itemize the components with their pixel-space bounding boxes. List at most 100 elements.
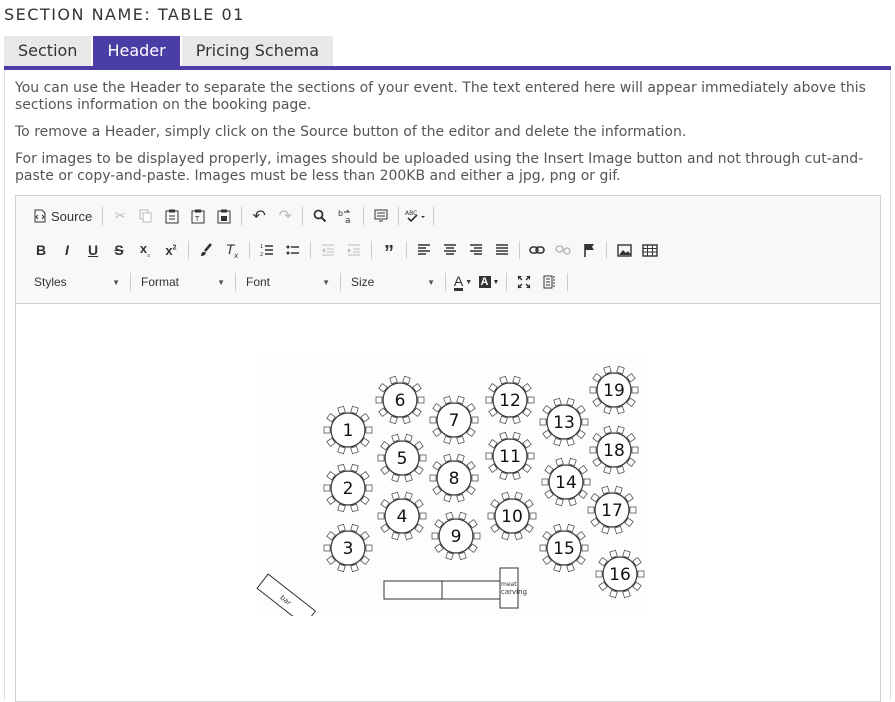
justify-button[interactable] (491, 239, 513, 261)
chair (419, 454, 427, 462)
chair (568, 497, 577, 507)
align-left-button[interactable] (413, 239, 435, 261)
chair (637, 570, 645, 578)
indent-button[interactable] (343, 239, 365, 261)
spellcheck-button[interactable]: ABC (405, 205, 427, 227)
insert-image-button[interactable] (613, 239, 635, 261)
chair (539, 418, 547, 426)
info-paragraph-3: For images to be displayed properly, ima… (15, 151, 864, 184)
copy-icon (139, 209, 152, 223)
show-blocks-button[interactable] (539, 271, 561, 293)
align-right-button[interactable] (465, 239, 487, 261)
chair (499, 415, 508, 425)
format-dropdown[interactable]: Format ▼ (135, 271, 231, 293)
copy-format-button[interactable] (195, 239, 217, 261)
copy-button[interactable] (135, 205, 157, 227)
chair (443, 453, 452, 463)
outdent-icon (322, 244, 334, 256)
text-color-icon: A (453, 272, 464, 291)
chair (350, 405, 359, 415)
redo-button[interactable]: ↷ (274, 205, 296, 227)
background-color-button[interactable]: A ▼ (478, 271, 500, 293)
chair (609, 589, 618, 599)
chair (512, 471, 521, 481)
align-left-icon (418, 244, 430, 255)
replace-button[interactable]: ba (335, 205, 357, 227)
chair (512, 415, 521, 425)
toolbar-separator (235, 273, 236, 291)
toolbar-separator (340, 273, 341, 291)
bulleted-list-button[interactable] (282, 239, 304, 261)
font-dropdown[interactable]: Font ▼ (240, 271, 336, 293)
bold-button[interactable]: B (30, 239, 52, 261)
insert-table-button[interactable] (639, 239, 661, 261)
strikethrough-icon: S (114, 242, 124, 258)
page-title: SECTION NAME: TABLE 01 (4, 5, 245, 24)
source-button[interactable]: Source (30, 205, 96, 227)
anchor-button[interactable] (578, 239, 600, 261)
paste-text-button[interactable]: T (187, 205, 209, 227)
chair (431, 532, 439, 540)
underline-button[interactable]: U (82, 239, 104, 261)
remove-format-button[interactable]: Tx (221, 239, 243, 261)
strikethrough-button[interactable]: S (108, 239, 130, 261)
toolbar-separator (445, 273, 446, 291)
unlink-button[interactable] (552, 239, 574, 261)
italic-button[interactable]: I (56, 239, 78, 261)
redo-icon: ↷ (278, 208, 292, 225)
tab-pricing-schema[interactable]: Pricing Schema (181, 36, 334, 66)
chair (445, 551, 454, 561)
svg-text:T: T (194, 215, 200, 223)
table-number: 1 (343, 421, 354, 441)
chair (512, 431, 521, 441)
chair (553, 523, 562, 533)
link-button[interactable] (526, 239, 548, 261)
undo-button[interactable]: ↶ (248, 205, 270, 227)
chair (616, 365, 625, 375)
table-icon (642, 243, 658, 257)
toolbar-separator (433, 207, 435, 225)
tab-section[interactable]: Section (4, 36, 92, 66)
chair (323, 544, 331, 552)
spellcheck-icon: ABC (405, 210, 426, 223)
superscript-icon: x2 (165, 242, 177, 258)
superscript-button[interactable]: x2 (160, 239, 182, 261)
cut-button[interactable]: ✂ (109, 205, 131, 227)
chair (389, 375, 398, 385)
styles-dropdown[interactable]: Styles ▼ (28, 271, 126, 293)
toolbar-separator (406, 241, 407, 259)
chair (377, 512, 385, 520)
chair (603, 405, 612, 415)
chair (603, 365, 612, 375)
find-button[interactable] (309, 205, 331, 227)
blockquote-button[interactable]: ” (378, 236, 400, 264)
chair (375, 396, 383, 404)
maximize-icon (517, 275, 531, 289)
chair (350, 503, 359, 513)
table-number: 5 (397, 449, 408, 469)
chevron-down-icon: ▼ (492, 278, 500, 286)
subscript-button[interactable]: x₂ (134, 239, 156, 261)
select-all-button[interactable] (370, 205, 392, 227)
paste-word-icon (217, 209, 231, 223)
outdent-button[interactable] (317, 239, 339, 261)
link-icon (529, 246, 545, 254)
tab-header[interactable]: Header (93, 36, 180, 66)
align-center-button[interactable] (439, 239, 461, 261)
paste-word-button[interactable] (213, 205, 235, 227)
paste-button[interactable] (161, 205, 183, 227)
size-dropdown[interactable]: Size ▼ (345, 271, 441, 293)
table-number: 19 (603, 381, 625, 401)
chair (631, 386, 639, 394)
chair (429, 416, 437, 424)
quote-icon: ” (384, 242, 394, 264)
chair (365, 484, 373, 492)
undo-icon: ↶ (252, 208, 266, 225)
text-color-button[interactable]: A ▼ (452, 271, 474, 293)
chair (614, 485, 623, 495)
chair (512, 375, 521, 385)
numbered-list-button[interactable]: 12 (256, 239, 278, 261)
maximize-button[interactable] (513, 271, 535, 293)
editor-content-area[interactable]: 1 2 3 4 5 6 7 8 9 10 11 12 13 14 15 16 17 18 19 bar meat c… (16, 304, 880, 701)
buffet-table-1 (383, 580, 443, 600)
